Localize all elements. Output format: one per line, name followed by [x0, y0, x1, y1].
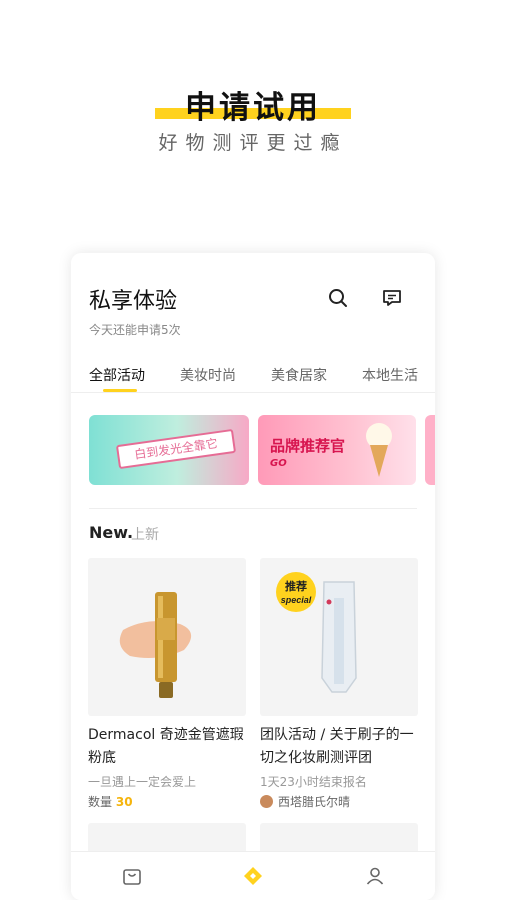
product-tagline: 一旦遇上一定会爱上	[88, 775, 197, 789]
quantity-label: 数量	[88, 795, 113, 809]
banner-brand-recommender[interactable]: 品牌推荐官 GO	[258, 415, 416, 485]
product-author: 西塔腊氏尔晴	[260, 793, 418, 810]
tab-divider	[71, 392, 435, 393]
hero-subtitle: 好物测评更过瘾	[158, 132, 348, 154]
quantity-value: 30	[115, 795, 133, 809]
ice-cream-cone	[370, 445, 388, 477]
new-label-cn: 上新	[131, 527, 159, 543]
hero-section: 申请试用 好物测评更过瘾	[0, 0, 506, 250]
banner-whitening[interactable]: 白到发光全靠它	[89, 415, 249, 485]
bag-icon[interactable]	[120, 864, 144, 888]
svg-text:special: special	[281, 595, 312, 605]
product-name: 团队活动 / 关于刷子的一切之化妆刷测评团	[260, 727, 414, 766]
new-label: New.	[89, 523, 134, 542]
card-title: 私享体验	[89, 289, 178, 314]
product-card-brush-review[interactable]: 推荐 special 团队活动 / 关于刷子的一切之化妆刷测评团 1天23小时结…	[260, 558, 418, 810]
product-quantity: 数量 30	[88, 793, 246, 810]
hero-title: 申请试用	[185, 90, 321, 126]
product-name: Dermacol 奇迹金管遮瑕粉底	[88, 727, 244, 766]
search-icon[interactable]	[326, 286, 350, 310]
apply-count: 今天还能申请5次	[89, 323, 181, 337]
product-deadline: 1天23小时结束报名	[260, 775, 367, 789]
product-card-dermacol[interactable]: Dermacol 奇迹金管遮瑕粉底 一旦遇上一定会爱上 数量 30	[88, 558, 246, 810]
banner-ribbon-text: 白到发光全靠它	[115, 428, 237, 470]
banner-title: 品牌推荐官	[270, 437, 346, 455]
banner-go-tag: GO	[270, 458, 287, 469]
category-tabs: 全部活动 美妆时尚 美食居家 本地生活	[89, 365, 435, 393]
banner-partial[interactable]	[425, 415, 435, 485]
experience-card: 私享体验 今天还能申请5次 全部活动 美妆时尚 美食居家 本地生活 白到发光全靠…	[71, 253, 435, 900]
user-icon[interactable]	[363, 864, 387, 888]
author-name: 西塔腊氏尔晴	[278, 795, 351, 809]
avatar	[260, 795, 273, 808]
svg-text:推荐: 推荐	[285, 579, 307, 593]
section-divider	[89, 508, 417, 509]
tab-all-activities[interactable]: 全部活动	[89, 365, 145, 385]
bottom-navigation	[71, 851, 435, 900]
tab-local-life[interactable]: 本地生活	[362, 365, 418, 385]
message-icon[interactable]	[380, 286, 404, 310]
product-image	[88, 558, 246, 716]
tab-beauty-fashion[interactable]: 美妆时尚	[180, 365, 236, 385]
tab-food-home[interactable]: 美食居家	[271, 365, 327, 385]
home-diamond-icon[interactable]	[241, 864, 265, 888]
product-image: 推荐 special	[260, 558, 418, 716]
